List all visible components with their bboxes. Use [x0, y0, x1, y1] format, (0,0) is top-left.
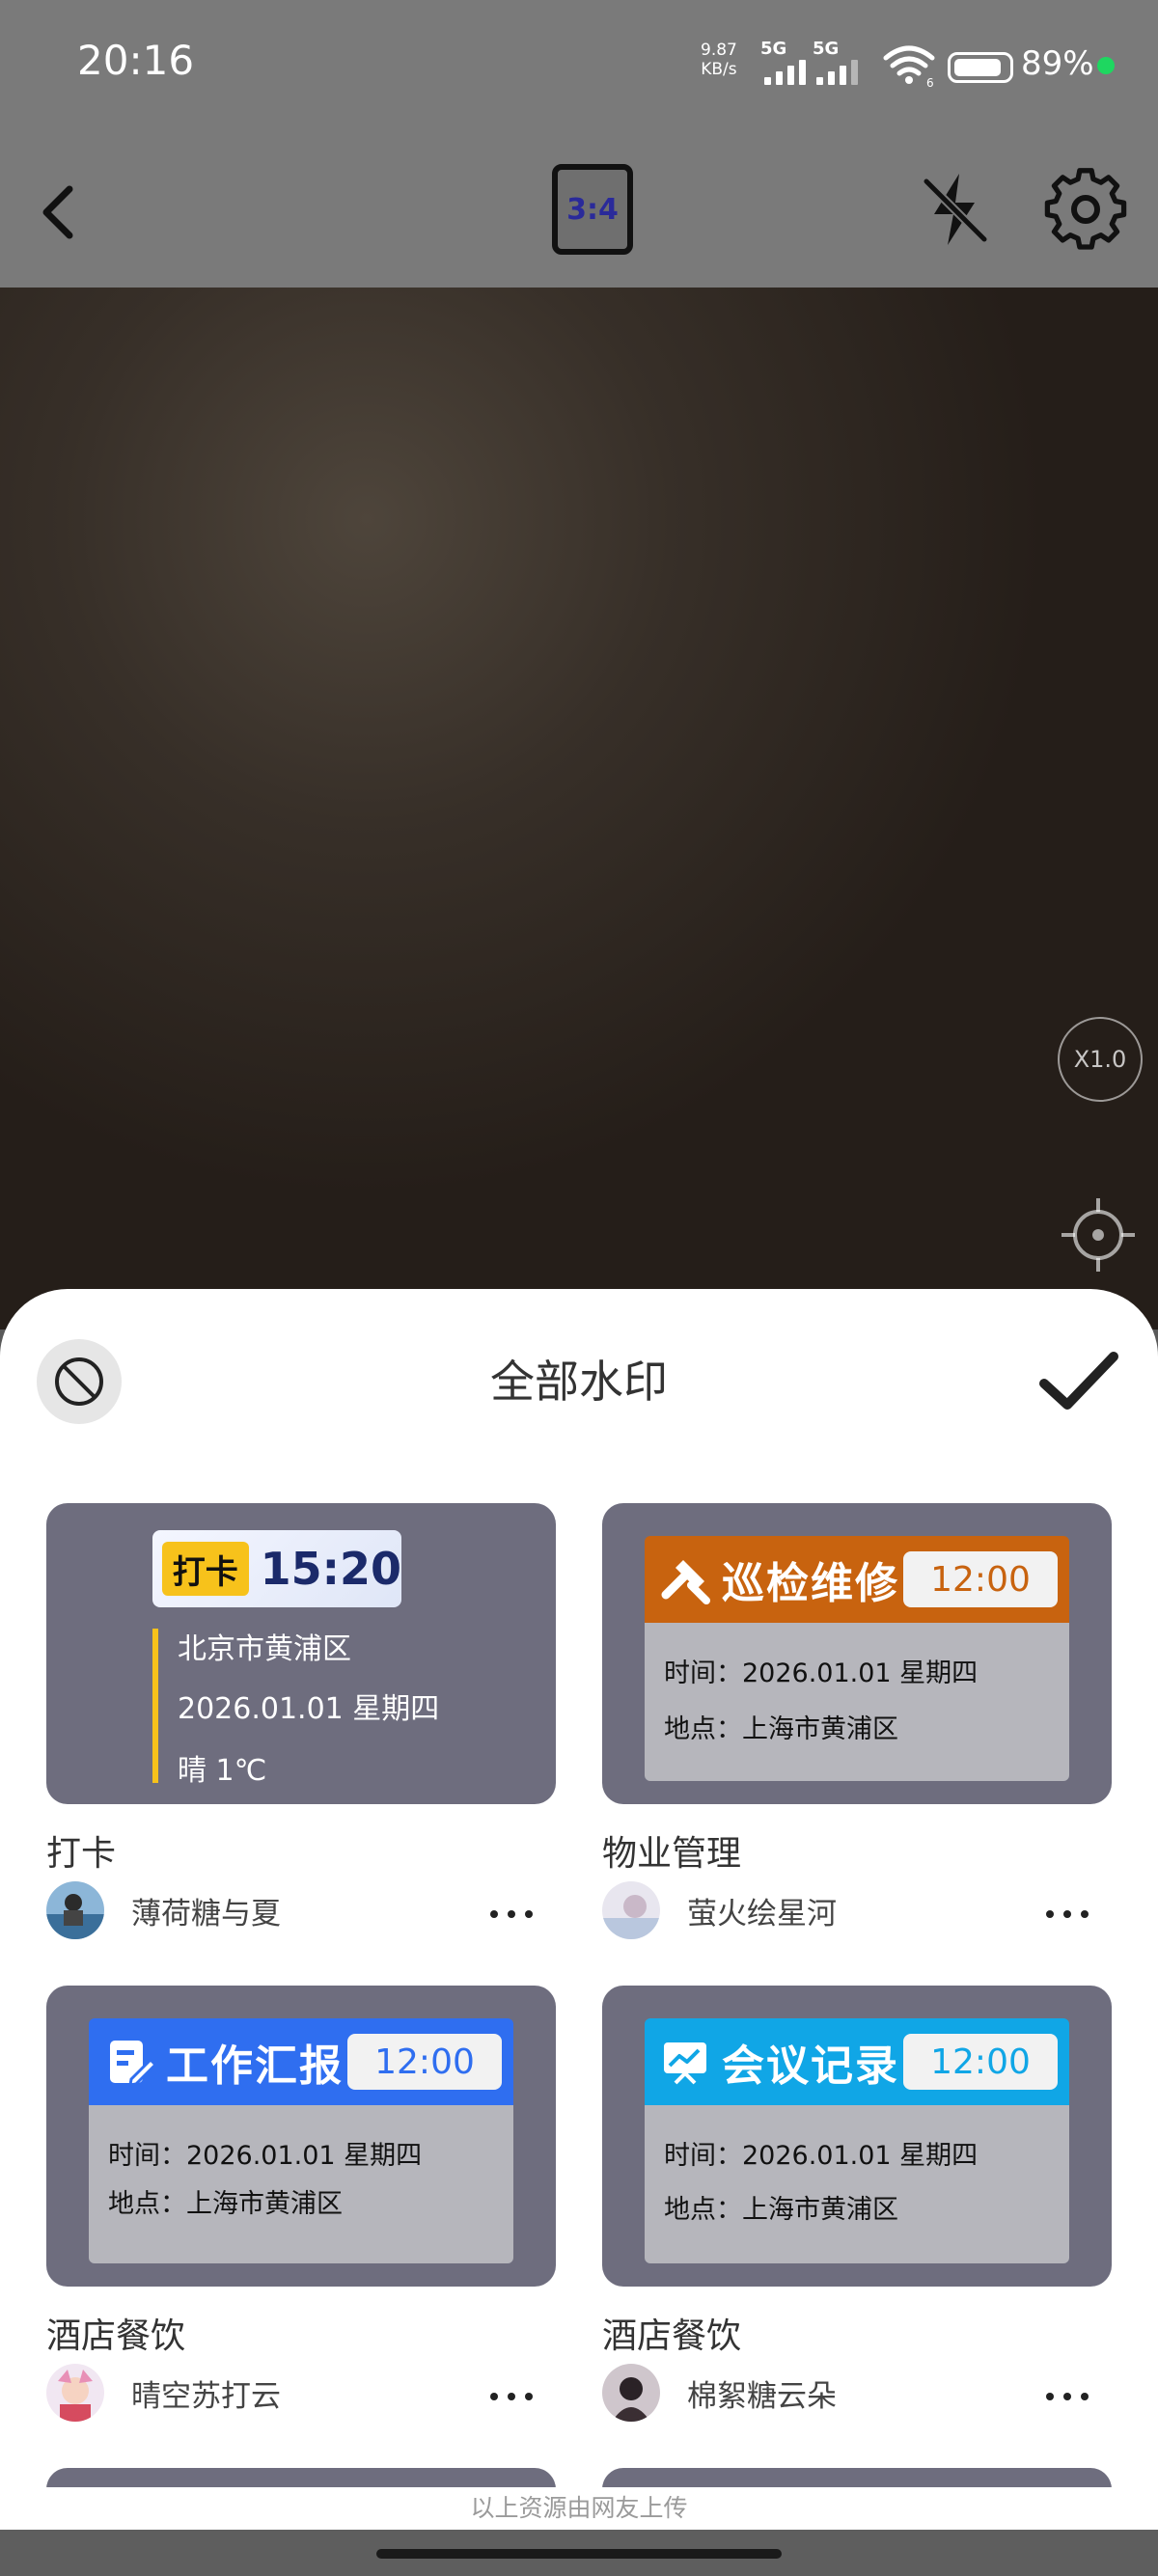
watermark-card-meeting[interactable]: 会议记录 12:00 时间：2026.01.01 星期四 地点：上海市黄浦区 — [602, 1986, 1112, 2287]
home-indicator[interactable] — [376, 2549, 782, 2559]
author-name: 棉絮糖云朵 — [687, 2378, 837, 2414]
card-time-line: 时间：2026.01.01 星期四 — [108, 2141, 423, 2171]
card-body: 时间：2026.01.01 星期四 地点：上海市黄浦区 — [89, 2105, 513, 2263]
crosshair-icon[interactable] — [1058, 1194, 1139, 1275]
camera-toolbar: 3:4 — [0, 135, 1158, 288]
gear-icon[interactable] — [1042, 166, 1129, 253]
status-bar: 20:16 9.87 KB/s 5G 5G 6 89% — [0, 0, 1158, 135]
network-speed-unit: KB/s — [701, 60, 737, 79]
template-name: 打卡 — [46, 1834, 117, 1874]
template-author[interactable]: 萤火绘星河 — [602, 1881, 837, 1939]
card-time-line: 时间：2026.01.01 星期四 — [664, 2141, 979, 2171]
checkin-tag: 打卡 — [162, 1542, 249, 1596]
back-button[interactable] — [29, 174, 87, 251]
check-icon[interactable] — [1038, 1347, 1119, 1416]
zoom-label: X1.0 — [1073, 1046, 1127, 1073]
cell-signal-label: 5G — [760, 39, 787, 59]
checkin-badge: 打卡 15:20 — [152, 1530, 401, 1607]
network-speed: 9.87 KB/s — [701, 41, 737, 79]
wifi-icon: 6 — [883, 45, 935, 87]
cell-signal-icon: 5G — [813, 39, 858, 85]
tools-icon — [661, 1560, 710, 1604]
footer-note: 以上资源由网友上传 — [0, 2487, 1158, 2530]
author-name: 萤火绘星河 — [687, 1896, 837, 1932]
svg-text:6: 6 — [926, 76, 934, 87]
checkin-time: 15:20 — [260, 1543, 401, 1595]
sheet-title: 全部水印 — [490, 1356, 668, 1408]
flash-off-icon[interactable] — [917, 168, 994, 251]
network-speed-value: 9.87 — [701, 41, 737, 60]
more-horizontal-icon[interactable] — [1038, 2377, 1096, 2416]
cell-signal-label: 5G — [813, 39, 840, 59]
avatar — [46, 2364, 104, 2422]
watermark-card-checkin[interactable]: 打卡 15:20 北京市黄浦区 2026.01.01 星期四 晴 1℃ — [46, 1503, 556, 1804]
card-header: 巡检维修 12:00 — [645, 1536, 1069, 1623]
card-body: 时间：2026.01.01 星期四 地点：上海市黄浦区 — [645, 1623, 1069, 1781]
checkin-location: 北京市黄浦区 — [178, 1632, 351, 1666]
card-title: 工作汇报 — [166, 2042, 344, 2091]
avatar — [602, 1881, 660, 1939]
card-title: 会议记录 — [722, 2042, 899, 2091]
card-time-line: 时间：2026.01.01 星期四 — [664, 1658, 979, 1688]
navigation-bar — [0, 2530, 1158, 2576]
aspect-ratio-button[interactable]: 3:4 — [552, 164, 633, 255]
card-time: 12:00 — [903, 1551, 1058, 1607]
author-name: 晴空苏打云 — [131, 2378, 281, 2414]
more-horizontal-icon[interactable] — [1038, 1895, 1096, 1933]
template-author[interactable]: 棉絮糖云朵 — [602, 2364, 837, 2422]
author-name: 薄荷糖与夏 — [131, 1896, 281, 1932]
watermark-card-work-report[interactable]: 工作汇报 12:00 时间：2026.01.01 星期四 地点：上海市黄浦区 — [46, 1986, 556, 2287]
template-author[interactable]: 薄荷糖与夏 — [46, 1881, 281, 1939]
card-location-line: 地点：上海市黄浦区 — [108, 2189, 343, 2219]
status-time: 20:16 — [77, 37, 195, 84]
battery-percent: 89% — [1021, 44, 1094, 83]
template-author[interactable]: 晴空苏打云 — [46, 2364, 281, 2422]
card-location-line: 地点：上海市黄浦区 — [664, 1714, 898, 1744]
card-header: 会议记录 12:00 — [645, 2018, 1069, 2105]
template-name: 酒店餐饮 — [46, 2316, 186, 2356]
chart-board-icon — [664, 2042, 706, 2085]
card-title: 巡检维修 — [722, 1559, 899, 1608]
card-time: 12:00 — [903, 2034, 1058, 2090]
avatar — [46, 1881, 104, 1939]
card-header: 工作汇报 12:00 — [89, 2018, 513, 2105]
charging-indicator — [1097, 57, 1115, 74]
card-body: 时间：2026.01.01 星期四 地点：上海市黄浦区 — [645, 2105, 1069, 2263]
card-location-line: 地点：上海市黄浦区 — [664, 2195, 898, 2225]
checkin-weather: 晴 1℃ — [178, 1754, 267, 1788]
watermark-sheet: 全部水印 打卡 15:20 北京市黄浦区 2026.01.01 星期四 晴 1℃… — [0, 1289, 1158, 2530]
template-name: 酒店餐饮 — [602, 2316, 742, 2356]
battery-icon — [948, 52, 1013, 83]
zoom-button[interactable]: X1.0 — [1058, 1017, 1143, 1102]
cell-signal-icon: 5G — [760, 39, 806, 85]
watermark-card-property[interactable]: 巡检维修 12:00 时间：2026.01.01 星期四 地点：上海市黄浦区 — [602, 1503, 1112, 1804]
avatar — [602, 2364, 660, 2422]
checkin-date: 2026.01.01 星期四 — [178, 1692, 440, 1726]
camera-viewfinder[interactable]: X1.0 — [0, 288, 1158, 1329]
card-time: 12:00 — [347, 2034, 502, 2090]
more-horizontal-icon[interactable] — [482, 1895, 540, 1933]
more-horizontal-icon[interactable] — [482, 2377, 540, 2416]
template-name: 物业管理 — [602, 1834, 742, 1874]
accent-bar — [152, 1629, 158, 1783]
edit-note-icon — [110, 2041, 156, 2087]
aspect-ratio-label: 3:4 — [566, 192, 619, 227]
